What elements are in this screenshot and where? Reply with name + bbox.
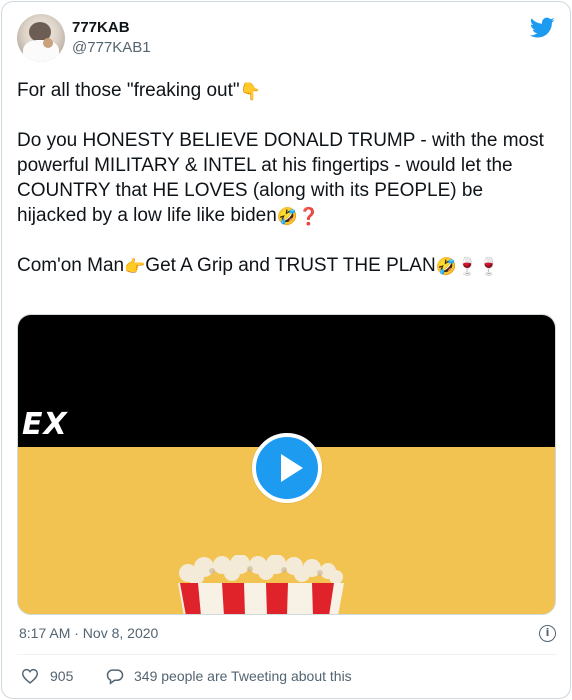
emoji-icon: 👇 (239, 82, 261, 101)
emoji-icon: 👉 (124, 257, 146, 276)
emoji-icon: 🤣 (276, 207, 298, 226)
video-frame-top (18, 315, 555, 447)
reply-bubble-icon[interactable] (106, 668, 124, 685)
tweet-paragraph: For all those "freaking out"👇 (17, 78, 557, 103)
tweet-card: 777KAB @777KAB1 For all those "freaking … (1, 1, 571, 699)
emoji-icon: 🤣 (435, 257, 457, 276)
emoji-icon: 🍷 (456, 257, 479, 276)
info-icon[interactable]: i (539, 625, 556, 642)
author-display-name[interactable]: 777KAB (72, 19, 130, 36)
video-overlay-text: EX (22, 407, 68, 442)
tweet-text-segment: Com'on Man (17, 255, 125, 276)
author-handle[interactable]: @777KAB1 (72, 39, 151, 56)
divider (17, 654, 557, 655)
tweet-text: For all those "freaking out"👇 Do you HONE… (17, 78, 557, 278)
twitter-bird-icon[interactable] (530, 17, 555, 39)
emoji-icon: ❓ (297, 207, 320, 226)
like-count[interactable]: 905 (50, 668, 73, 684)
media-video[interactable]: EX (17, 314, 556, 615)
play-button[interactable] (252, 433, 322, 503)
tweet-text-segment: For all those "freaking out" (17, 80, 240, 101)
popcorn-image (178, 555, 344, 614)
heart-icon[interactable] (21, 668, 39, 684)
emoji-icon: 🍷 (478, 257, 500, 276)
tweet-paragraph: Com'on Man👉Get A Grip and TRUST THE PLAN… (17, 253, 557, 278)
tweet-actions: 905 349 people are Tweeting about this (17, 666, 557, 688)
avatar[interactable] (17, 14, 65, 62)
tweet-header: 777KAB @777KAB1 (17, 14, 557, 64)
tweet-timestamp[interactable]: 8:17 AM · Nov 8, 2020 (19, 625, 158, 641)
tweet-text-segment: Get A Grip and TRUST THE PLAN (145, 255, 436, 276)
tweet-paragraph: Do you HONESTY BELIEVE DONALD TRUMP - wi… (17, 128, 557, 228)
conversation-link[interactable]: 349 people are Tweeting about this (134, 668, 352, 684)
